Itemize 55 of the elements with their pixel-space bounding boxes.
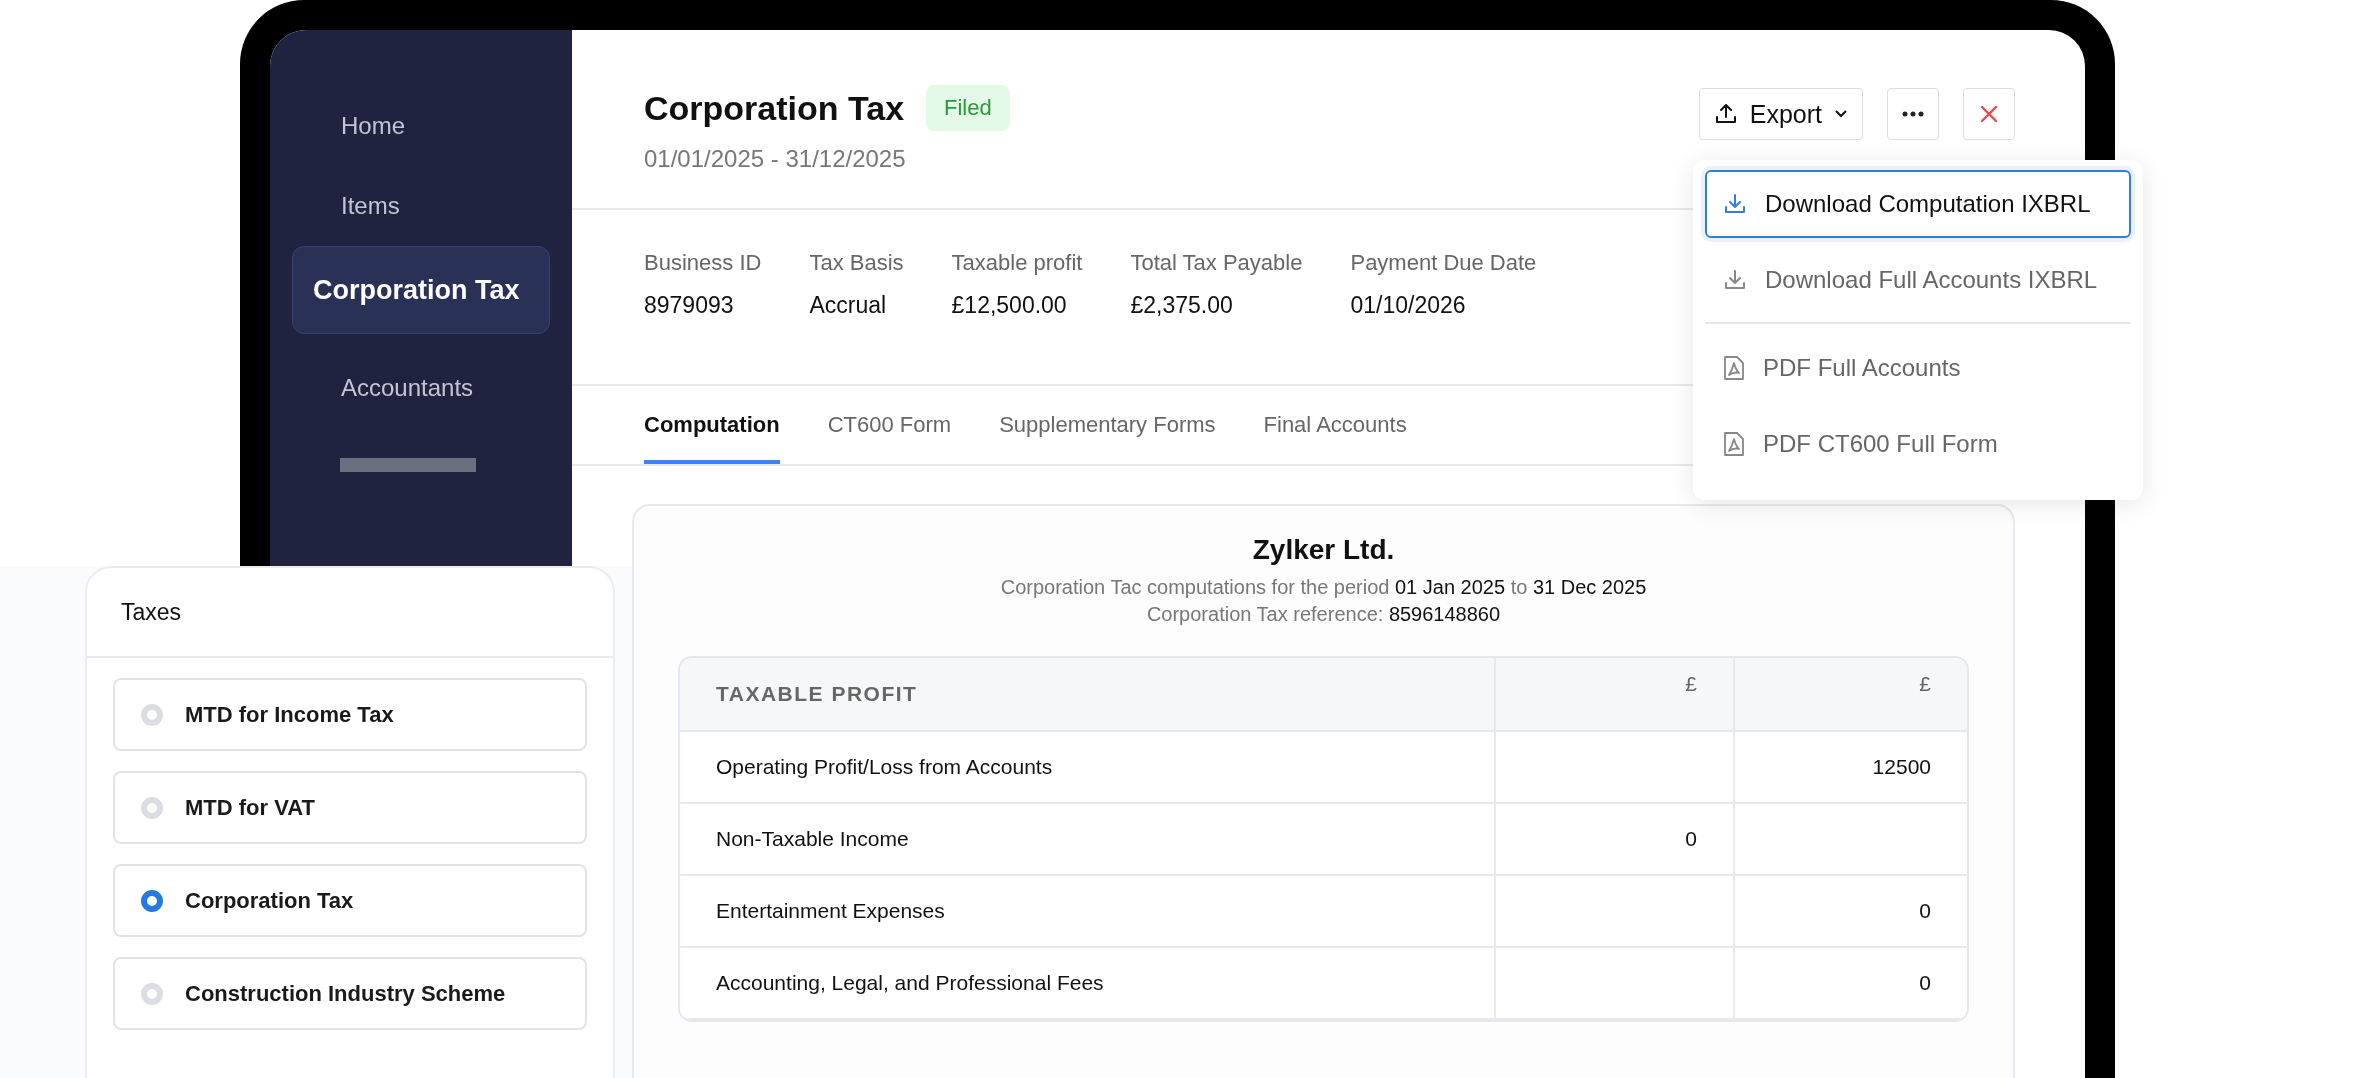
card-title: Taxes [87,568,613,658]
upload-icon [1713,102,1738,126]
sidebar-item[interactable]: Corporation Tax [292,246,550,334]
table-cell-text: Non-Taxable Income [715,826,910,852]
tab[interactable]: Final Accounts [1263,386,1407,464]
sidebar-item[interactable]: Items [292,166,550,246]
summary-label: Business ID [644,250,762,276]
company-name: Zylker Ltd. [1251,534,1396,566]
sidebar-item[interactable]: Accountants [292,348,550,428]
menu-item[interactable]: PDF Full Accounts [1705,334,2131,402]
tax-option[interactable]: MTD for Income Tax [113,678,587,751]
close-button[interactable] [1963,88,2015,140]
page-title: Corporation Tax [644,88,905,128]
tax-option[interactable]: MTD for VAT [113,771,587,844]
close-icon [1979,104,1999,124]
summary-label: Tax Basis [809,250,904,276]
summary-value: £12,500.00 [951,292,1068,319]
sidebar-item[interactable]: Home [292,86,550,166]
summary-value: £2,375.00 [1130,292,1234,319]
table-cell-text: Accounting, Legal, and Professional Fees [715,970,1105,996]
chevron-down-icon [1834,109,1848,119]
more-icon [1902,111,1924,117]
more-button[interactable] [1887,88,1939,140]
table-cell: 0 [1494,804,1733,874]
menu-item[interactable]: PDF CT600 Full Form [1705,410,2131,478]
column-header: £ [1494,658,1733,730]
summary-label: Total Tax Payable [1130,250,1303,276]
tab[interactable]: Computation [644,386,780,464]
period-description: Corporation Tac computations for the period 01 Jan 2025 to 31 Dec 2025 [999,576,1648,599]
reference-text: Corporation Tax reference: 8596148860 [1145,603,1502,626]
column-header: TAXABLE PROFIT [715,681,919,707]
pdf-file-icon [1723,356,1745,380]
tab[interactable]: CT600 Form [827,386,952,464]
period-text: 01/01/2025 - 31/12/2025 [644,145,907,173]
radio-button[interactable] [141,889,163,912]
summary-label: Taxable profit [951,250,1083,276]
table-cell: 0 [1733,948,1967,1018]
summary-value: 8979093 [644,292,735,319]
column-header: £ [1733,658,1967,730]
pdf-file-icon [1723,432,1745,456]
status-badge: Filed [926,85,1010,131]
tab[interactable]: Supplementary Forms [999,386,1216,464]
download-icon [1723,268,1747,292]
summary-value: 01/10/2026 [1350,292,1467,319]
summary-value: Accrual [809,292,888,319]
tax-option[interactable]: Construction Industry Scheme [113,957,587,1030]
summary-label: Payment Due Date [1350,250,1537,276]
table-cell-text: Operating Profit/Loss from Accounts [715,754,1054,780]
table-cell: 12500 [1733,732,1967,802]
table-cell: 0 [1733,876,1967,946]
tax-option[interactable]: Corporation Tax [113,864,587,937]
download-icon [1723,192,1747,216]
menu-item[interactable]: Download Full Accounts IXBRL [1705,246,2131,314]
table-cell-text: Entertainment Expenses [715,898,946,924]
export-button[interactable]: Export [1698,88,1863,140]
